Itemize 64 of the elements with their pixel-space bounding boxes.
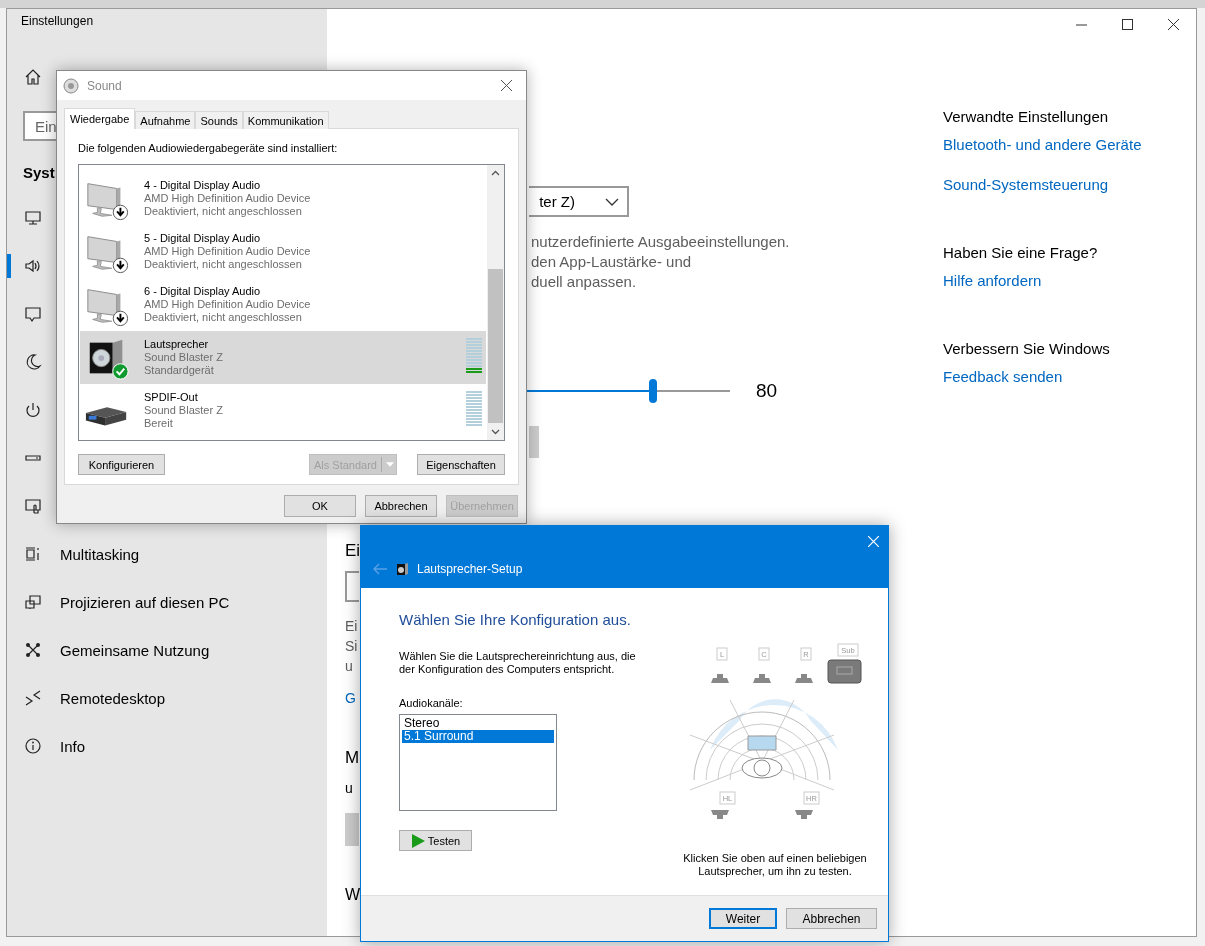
channel-option[interactable]: Stereo	[402, 717, 554, 730]
dialog-button[interactable]: Abbrechen	[786, 908, 877, 929]
test-button[interactable]: Testen	[399, 830, 472, 851]
nav-item[interactable]: Remotedesktop	[7, 674, 172, 722]
device-status: Deaktiviert, nicht angeschlossen	[144, 311, 303, 324]
device-dropdown[interactable]: ter Z)	[529, 186, 629, 217]
related-link[interactable]: Bluetooth- und andere Geräte	[943, 135, 1142, 155]
section-heading: Syst	[23, 163, 55, 183]
dialog-button[interactable]: OK	[284, 495, 356, 517]
section-heading: Ei	[345, 540, 361, 562]
intro-text: Die folgenden Audiowiedergabegeräte sind installiert:	[78, 142, 338, 155]
related-link[interactable]: Hilfe anfordern	[943, 271, 1042, 291]
device-status: Standardgerät	[144, 364, 215, 377]
setup-heading: Wählen Sie Ihre Konfiguration aus.	[399, 611, 631, 629]
device-status: Deaktiviert, nicht angeschlossen	[144, 205, 303, 218]
instruction-text: Wählen Sie die Lautsprechereinrichtung aus, die der Konfiguration des Computers entspricht.	[399, 650, 636, 676]
device-driver: AMD High Definition Audio Device	[144, 192, 312, 205]
nav-item[interactable]: Multitasking	[7, 530, 146, 578]
hint-text: Klicken Sie oben auf einen beliebigen Lautsprecher, um ihn zu testen.	[682, 852, 868, 878]
tab[interactable]: Sounds	[195, 111, 243, 129]
related-heading: Haben Sie eine Frage?	[943, 243, 1098, 263]
description-text: Ei	[345, 617, 358, 636]
related-heading: Verbessern Sie Windows	[943, 339, 1110, 359]
device-name: 4 - Digital Display Audio	[144, 179, 262, 192]
channels-label: Audiokanäle:	[399, 697, 463, 710]
description-text: u	[345, 657, 354, 676]
settings-link[interactable]: G	[345, 688, 356, 708]
description-text: den App-Laustärke- und	[531, 252, 693, 272]
tab[interactable]: Wiedergabe	[64, 108, 136, 129]
device-status: Bereit	[144, 417, 174, 430]
device-name: 5 - Digital Display Audio	[144, 232, 262, 245]
description-text: Si	[345, 637, 358, 656]
action-button[interactable]: Konfigurieren	[78, 454, 165, 475]
device-item[interactable]: Lautsprecher Sound Blaster Z Standardgerät	[80, 331, 486, 384]
volume-reading: 80	[756, 380, 778, 402]
nav-item[interactable]: Gemeinsame Nutzung	[7, 626, 216, 674]
device-driver: AMD High Definition Audio Device	[144, 245, 312, 258]
device-item[interactable]: SPDIF-Out Sound Blaster Z Bereit	[80, 384, 486, 437]
device-name: SPDIF-Out	[144, 391, 199, 404]
action-button[interactable]: Eigenschaften	[417, 454, 505, 475]
section-heading: W	[345, 885, 361, 905]
dialog-button[interactable]: Weiter	[709, 908, 777, 929]
channel-option[interactable]: 5.1 Surround	[402, 730, 554, 743]
dialog-button[interactable]: Abbrechen	[365, 495, 437, 517]
description-text: duell anpassen.	[531, 272, 638, 292]
nav-item[interactable]: Projizieren auf diesen PC	[7, 578, 236, 626]
description-text: u	[345, 779, 353, 798]
nav-item[interactable]: Info	[7, 722, 92, 770]
device-status: Deaktiviert, nicht angeschlossen	[144, 258, 303, 271]
device-driver: Sound Blaster Z	[144, 351, 224, 364]
window-title: Einstellungen	[21, 14, 94, 28]
tab[interactable]: Aufnahme	[135, 111, 196, 129]
related-heading: Verwandte Einstellungen	[943, 107, 1109, 127]
related-link[interactable]: Feedback senden	[943, 367, 1063, 387]
related-link[interactable]: Sound-Systemsteuerung	[943, 175, 1109, 195]
window-title: Lautsprecher-Setup	[417, 562, 523, 576]
device-name: 6 - Digital Display Audio	[144, 285, 262, 298]
section-heading: M	[345, 747, 360, 769]
description-text: nutzerdefinierte Ausgabeeinstellungen.	[531, 232, 790, 252]
tab[interactable]: Kommunikation	[242, 111, 329, 129]
device-driver: Sound Blaster Z	[144, 404, 224, 417]
device-driver: AMD High Definition Audio Device	[144, 298, 312, 311]
dialog-title: Sound	[87, 78, 122, 93]
device-name: Lautsprecher	[144, 338, 210, 351]
